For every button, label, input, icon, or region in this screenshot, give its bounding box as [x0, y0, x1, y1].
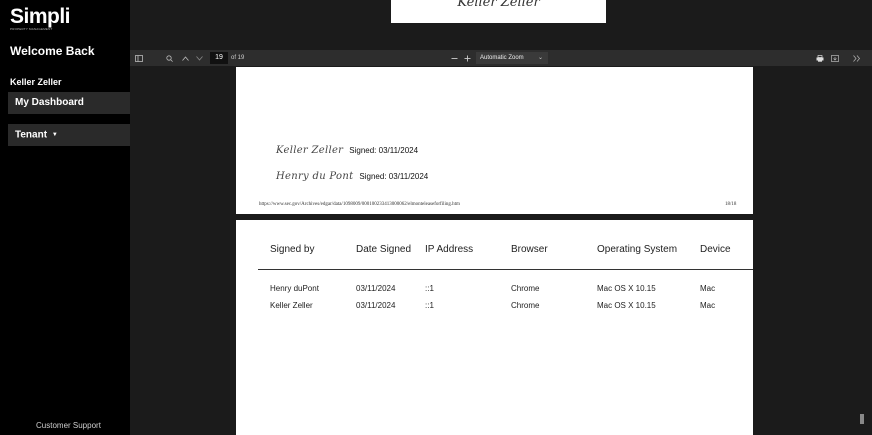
previous-page-fragment: Keller Zeller	[391, 0, 606, 23]
column-header-browser: Browser	[511, 244, 548, 255]
zoom-out-icon[interactable]	[451, 50, 458, 66]
table-cell: Henry duPont	[270, 284, 319, 293]
chevron-down-icon: ⌄	[537, 55, 543, 61]
column-header-ip-address: IP Address	[425, 244, 474, 255]
table-cell: 03/11/2024	[356, 301, 396, 310]
signature-script-1: Keller Zeller	[276, 145, 344, 156]
header-divider	[258, 269, 753, 270]
signature-line-2: Henry du Pont Signed: 03/11/2024	[276, 171, 428, 182]
table-cell: Mac	[700, 301, 716, 310]
nav-tenant-dropdown[interactable]: Tenant ▼	[8, 124, 130, 146]
nav-my-dashboard-label: My Dashboard	[15, 97, 84, 108]
welcome-heading: Welcome Back	[10, 44, 95, 58]
app: Simpli PROPERTY MANAGEMENT Welcome Back …	[0, 0, 872, 435]
sidebar: Simpli PROPERTY MANAGEMENT Welcome Back …	[0, 0, 130, 435]
page-count: of 19	[231, 55, 245, 61]
caret-down-icon: ▼	[51, 132, 58, 138]
column-header-device: Device	[700, 244, 731, 255]
tools-icon[interactable]	[853, 50, 861, 66]
page-footer-url: https://www.sec.gov/Archives/edgar/data/…	[259, 202, 460, 207]
signature-script: Keller Zeller	[457, 0, 540, 10]
logo[interactable]: Simpli PROPERTY MANAGEMENT	[10, 5, 71, 31]
column-header-signed-by: Signed by	[270, 244, 315, 255]
table-cell: ::1	[425, 284, 434, 293]
table-cell: 03/11/2024	[356, 284, 396, 293]
table-cell: Mac OS X 10.15	[597, 301, 656, 310]
pdf-page-18: Keller Zeller Signed: 03/11/2024 Henry d…	[236, 67, 753, 214]
pdf-page-19: Signed by Date Signed IP Address Browser…	[236, 220, 753, 435]
viewer-scrollbar[interactable]	[860, 66, 872, 435]
signature-date-1: Signed: 03/11/2024	[349, 146, 419, 155]
save-icon[interactable]	[831, 50, 839, 66]
nav-my-dashboard[interactable]: My Dashboard	[8, 92, 130, 114]
table-cell: Keller Zeller	[270, 301, 313, 310]
signature-date-2: Signed: 03/11/2024	[359, 172, 429, 181]
page-footer-number: 18/18	[725, 202, 737, 207]
zoom-select[interactable]: Automatic Zoom ⌄	[476, 52, 548, 64]
table-cell: Chrome	[511, 284, 540, 293]
column-header-date-signed: Date Signed	[356, 244, 412, 255]
search-icon[interactable]	[166, 50, 173, 66]
signature-script-2: Henry du Pont	[276, 171, 354, 182]
zoom-select-value: Automatic Zoom	[480, 55, 524, 61]
nav-tenant-label: Tenant	[15, 129, 48, 141]
table-cell: ::1	[425, 301, 434, 310]
zoom-in-icon[interactable]	[464, 50, 471, 66]
logo-text: Simpli	[10, 5, 71, 28]
print-icon[interactable]	[816, 50, 824, 66]
document-viewer[interactable]: Keller Zeller Signed: 03/11/2024 Henry d…	[130, 66, 860, 435]
table-cell: Mac	[700, 284, 716, 293]
pdf-toolbar: 19 of 19 Automatic Zoom ⌄	[130, 50, 872, 66]
customer-support-link[interactable]: Customer Support	[36, 421, 101, 430]
chevron-down-icon[interactable]	[196, 50, 203, 66]
user-name: Keller Zeller	[10, 77, 62, 87]
page-number-input[interactable]: 19	[210, 52, 228, 64]
signature-line-1: Keller Zeller Signed: 03/11/2024	[276, 145, 418, 156]
table-cell: Chrome	[511, 301, 540, 310]
chevron-up-icon[interactable]	[182, 50, 189, 66]
table-cell: Mac OS X 10.15	[597, 284, 656, 293]
sidebar-toggle-icon[interactable]	[135, 50, 143, 66]
scrollbar-thumb[interactable]	[860, 414, 864, 424]
column-header-operating-system: Operating System	[597, 244, 678, 255]
viewer-top-area: Keller Zeller	[130, 0, 872, 50]
